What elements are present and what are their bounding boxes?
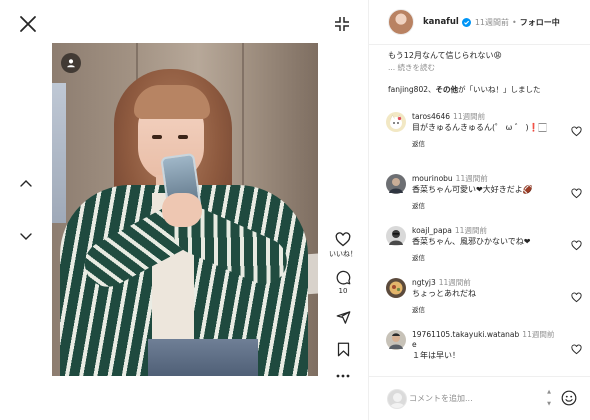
comment-like-icon[interactable] [571,344,582,355]
comment-username[interactable]: ngtyj3 [412,278,436,287]
comment-text: ちょっとあれだね [412,289,476,298]
current-user-avatar [387,388,407,409]
author-avatar[interactable] [388,9,414,35]
reply-button[interactable]: 返信 [412,200,562,210]
comment-text: 香菜ちゃん可愛い❤大好きだよ🏈 [412,185,533,194]
commenter-avatar[interactable] [386,330,406,350]
save-button[interactable] [330,342,356,357]
media-viewer: いいね！ 10 [0,0,368,420]
comment-like-icon[interactable] [571,240,582,251]
reply-button[interactable]: 返信 [412,138,562,148]
comment-like-icon[interactable] [571,126,582,137]
like-button[interactable]: いいね！ [329,232,357,259]
author-username[interactable]: kanaful [423,17,459,27]
comment-text: 目がきゅるんきゅるん(゜ ω ゛ )❗🏻 [412,123,547,132]
caption-read-more-link[interactable]: ... 続きを読む [388,62,584,74]
liked-by-summary: fanjing802、その他が「いいね！」しました [388,84,588,95]
user-tag-icon [67,59,75,68]
comment-button[interactable]: 10 [330,270,356,295]
comment-like-icon[interactable] [571,292,582,303]
post-time[interactable]: 11週間前 [475,17,509,28]
more-options-button[interactable] [330,374,356,378]
comment-time[interactable]: 11週間前 [522,330,554,339]
collapse-icon [335,17,349,31]
bookmark-icon [337,342,349,357]
comment-count: 10 [338,287,348,295]
post-details-panel: kanaful 11週間前 • フォロー中 もう12月なんて信じられない😩 ..… [368,0,590,420]
comment-text: １年は早い！ [412,351,460,360]
comment-username[interactable]: mourinobu [412,174,453,183]
following-button[interactable]: フォロー中 [520,17,560,28]
liked-by-username[interactable]: fanjing802 [388,85,428,94]
collapse-button[interactable] [331,13,353,35]
previous-post-button[interactable] [16,173,36,193]
input-resize-stepper[interactable]: ▲ ▼ [545,389,553,407]
commenter-avatar[interactable] [386,226,406,246]
stepper-up-icon: ▲ [547,389,551,395]
heart-icon [335,232,351,247]
paper-plane-icon [336,311,350,324]
reply-button[interactable]: 返信 [412,304,562,314]
comment-username[interactable]: taros4646 [412,112,450,121]
verified-badge-icon [461,17,471,27]
liked-by-others-link[interactable]: その他 [436,85,459,94]
comment-input[interactable] [409,383,539,413]
more-horizontal-icon [336,374,350,378]
separator-dot: • [512,17,517,27]
close-button[interactable] [16,12,40,36]
stepper-down-icon: ▼ [547,401,551,407]
post-photo[interactable] [52,43,318,376]
commenter-avatar[interactable] [386,174,406,194]
comment-username-wrap[interactable]: e [412,340,417,349]
comment-username[interactable]: koajl_papa [412,226,452,235]
caption-text: もう12月なんて信じられない😩 [388,51,502,60]
next-post-button[interactable] [16,227,36,247]
emoji-smiley-icon[interactable] [561,390,577,406]
commenter-avatar[interactable] [386,278,406,298]
post-caption: もう12月なんて信じられない😩 ... 続きを読む [388,50,584,74]
like-label: いいね！ [329,250,357,258]
liked-by-suffix: が「いいね！」しました [458,85,541,94]
reply-button[interactable]: 返信 [412,252,562,262]
header-divider [369,44,590,45]
chevron-down-icon [20,233,32,240]
comment-time[interactable]: 11週間前 [453,112,485,121]
post-header: kanaful 11週間前 • フォロー中 [369,0,590,44]
comment-composer: ▲ ▼ [369,376,590,420]
chevron-up-icon [20,180,32,187]
comment-like-icon[interactable] [571,188,582,199]
comment-bubble-icon [336,270,350,285]
user-tag-button[interactable] [61,53,81,73]
comments-list: taros4646 11週間前 目がきゅるんきゅるん(゜ ω ゛ )❗🏻 返信 m… [369,108,590,372]
share-button[interactable] [330,310,356,325]
comment-time[interactable]: 11週間前 [456,174,488,183]
comment-time[interactable]: 11週間前 [455,226,487,235]
comment-text: 香菜ちゃん、風邪ひかないでね❤ [412,237,531,246]
close-icon [20,16,36,32]
post-modal: いいね！ 10 kanaful 11週間前 • フォロー中 もう12月なんて信じ… [0,0,590,420]
comment-username[interactable]: 19761105.takayuki.watanab [412,330,519,339]
comment-time[interactable]: 11週間前 [439,278,471,287]
liked-by-separator: 、 [428,85,436,94]
commenter-avatar[interactable] [386,112,406,132]
